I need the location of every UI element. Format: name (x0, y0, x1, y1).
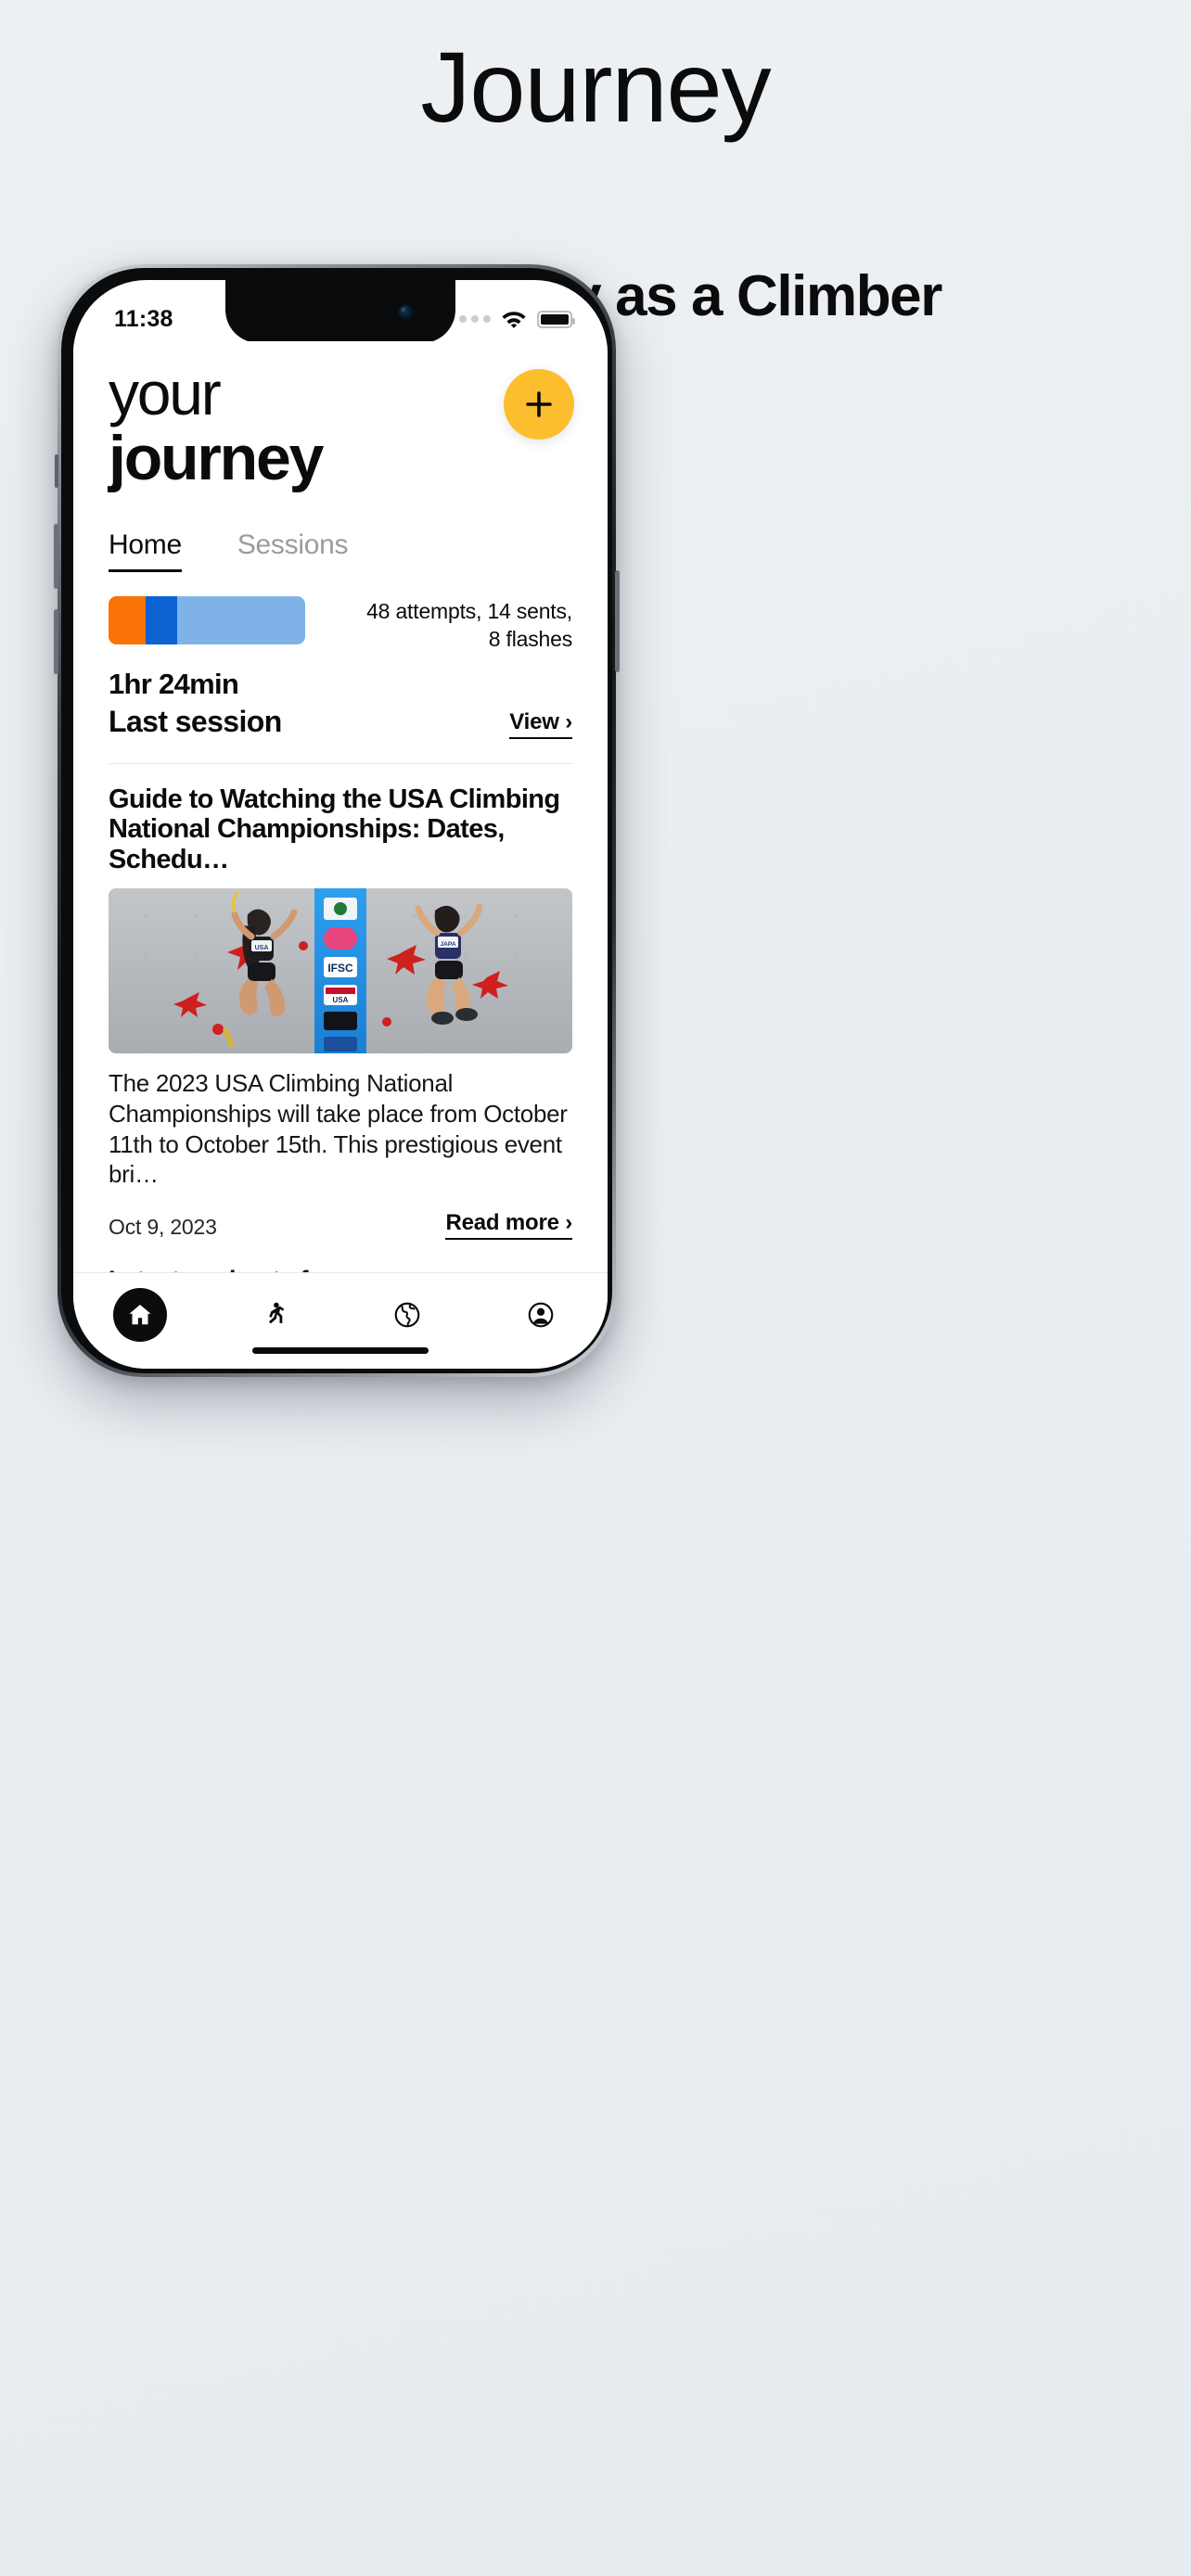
phone-frame: 11:38 your journey Home Sessions 48 atte… (54, 264, 620, 1377)
app-title: your journey (109, 363, 572, 489)
bar-segment-flashes (177, 596, 305, 645)
session-progress-bar (109, 596, 305, 645)
volume-up-button[interactable] (54, 524, 58, 589)
article-date: Oct 9, 2023 (109, 1215, 217, 1239)
session-duration: 1hr 24min (109, 667, 239, 700)
app-title-line2: journey (109, 422, 324, 493)
home-indicator (252, 1347, 429, 1354)
app-title-line1: your (109, 359, 222, 427)
phone-screen: 11:38 your journey Home Sessions 48 atte… (73, 280, 608, 1369)
nav-profile[interactable] (508, 1286, 573, 1344)
bar-segment-sents (146, 596, 178, 645)
bar-segment-attempts (109, 596, 147, 645)
nav-explore[interactable] (375, 1286, 440, 1344)
running-person-icon (268, 1302, 285, 1324)
session-summary-row: 48 attempts, 14 sents, 8 flashes (109, 596, 572, 652)
power-button[interactable] (615, 570, 620, 672)
session-label: Last session (109, 704, 282, 738)
add-session-button[interactable] (504, 369, 574, 440)
nav-training[interactable] (241, 1286, 306, 1344)
nav-home[interactable] (108, 1286, 173, 1344)
wifi-icon (502, 312, 526, 328)
last-session-card[interactable]: 48 attempts, 14 sents, 8 flashes 1hr 24m… (73, 572, 608, 739)
plus-icon (526, 391, 552, 417)
session-label-row: Last session View › (109, 705, 572, 739)
phone-mockup: 11:38 your journey Home Sessions 48 atte… (54, 264, 1133, 1382)
article-excerpt: The 2023 USA Climbing National Champions… (109, 1069, 568, 1189)
tab-sessions[interactable]: Sessions (237, 529, 349, 572)
article-title: Guide to Watching the USA Climbing Natio… (109, 784, 560, 875)
article-card[interactable]: Guide to Watching the USA Climbing Natio… (73, 764, 608, 1240)
home-icon (129, 1305, 151, 1325)
phone-notch (225, 280, 455, 343)
svg-text:JAPA: JAPA (441, 941, 456, 948)
article-image: IFSC USA USA JAPA (109, 888, 572, 1053)
app-header: your journey (73, 341, 608, 489)
front-camera-icon (398, 304, 415, 321)
phone-bezel: 11:38 your journey Home Sessions 48 atte… (61, 268, 612, 1373)
session-stats-line2: 8 flashes (488, 626, 572, 651)
page-title: Journey (420, 31, 771, 143)
tab-bar: Home Sessions (73, 489, 608, 573)
tab-home[interactable]: Home (109, 529, 182, 573)
read-more-link[interactable]: Read more › (445, 1210, 572, 1240)
bottom-navigation (73, 1272, 608, 1369)
session-details: 1hr 24min Last session View › (109, 668, 572, 739)
svg-text:USA: USA (333, 996, 349, 1004)
profile-icon (528, 1302, 554, 1328)
article-footer: Oct 9, 2023 Read more › (109, 1210, 572, 1240)
status-bar-time: 11:38 (114, 305, 173, 332)
silent-switch[interactable] (55, 454, 58, 488)
nav-home-active-pill (113, 1288, 167, 1342)
svg-text:USA: USA (255, 945, 269, 951)
app-content: your journey Home Sessions 48 attempts, … (73, 341, 608, 1369)
battery-full-icon (537, 310, 575, 328)
status-bar-icons (447, 310, 575, 328)
svg-text:IFSC: IFSC (327, 962, 353, 975)
session-stats-line1: 48 attempts, 14 sents, (366, 599, 572, 624)
globe-icon (394, 1302, 420, 1328)
view-session-link[interactable]: View › (509, 709, 572, 739)
session-stats: 48 attempts, 14 sents, 8 flashes (327, 596, 572, 652)
climbing-wall-photo: IFSC USA USA JAPA (109, 888, 572, 1053)
volume-down-button[interactable] (54, 609, 58, 674)
